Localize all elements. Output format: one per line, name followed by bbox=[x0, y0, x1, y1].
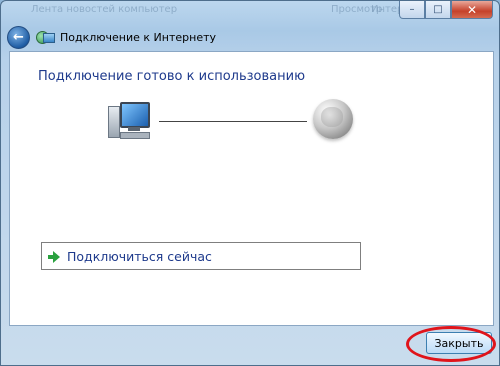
navigation-bar: ← Подключение к Интернету bbox=[7, 25, 216, 49]
network-connection-icon bbox=[36, 30, 55, 44]
connect-now-label: Подключиться сейчас bbox=[67, 248, 212, 264]
close-button[interactable]: Закрыть bbox=[426, 332, 492, 354]
minimize-button[interactable]: – bbox=[399, 1, 425, 19]
back-arrow-icon[interactable]: ← bbox=[7, 25, 30, 49]
content-panel: Подключение готово к использованию Подкл… bbox=[9, 51, 494, 326]
connection-line bbox=[159, 121, 307, 122]
computer-icon bbox=[108, 100, 154, 140]
green-arrow-icon bbox=[48, 250, 60, 263]
background-window-text: Лента новостей компьютер bbox=[31, 4, 178, 15]
titlebar: Лента новостей компьютер Просмотр Интерн… bbox=[1, 1, 499, 21]
globe-icon bbox=[313, 99, 353, 139]
dialog-window: Лента новостей компьютер Просмотр Интерн… bbox=[0, 0, 500, 366]
maximize-button[interactable]: □ bbox=[425, 1, 451, 19]
connect-now-link[interactable]: Подключиться сейчас bbox=[41, 242, 361, 270]
page-heading: Подключение готово к использованию bbox=[38, 69, 306, 84]
close-window-button[interactable]: ✕ bbox=[451, 1, 493, 19]
window-controls: – □ ✕ bbox=[399, 1, 493, 19]
window-title: Подключение к Интернету bbox=[60, 30, 217, 44]
